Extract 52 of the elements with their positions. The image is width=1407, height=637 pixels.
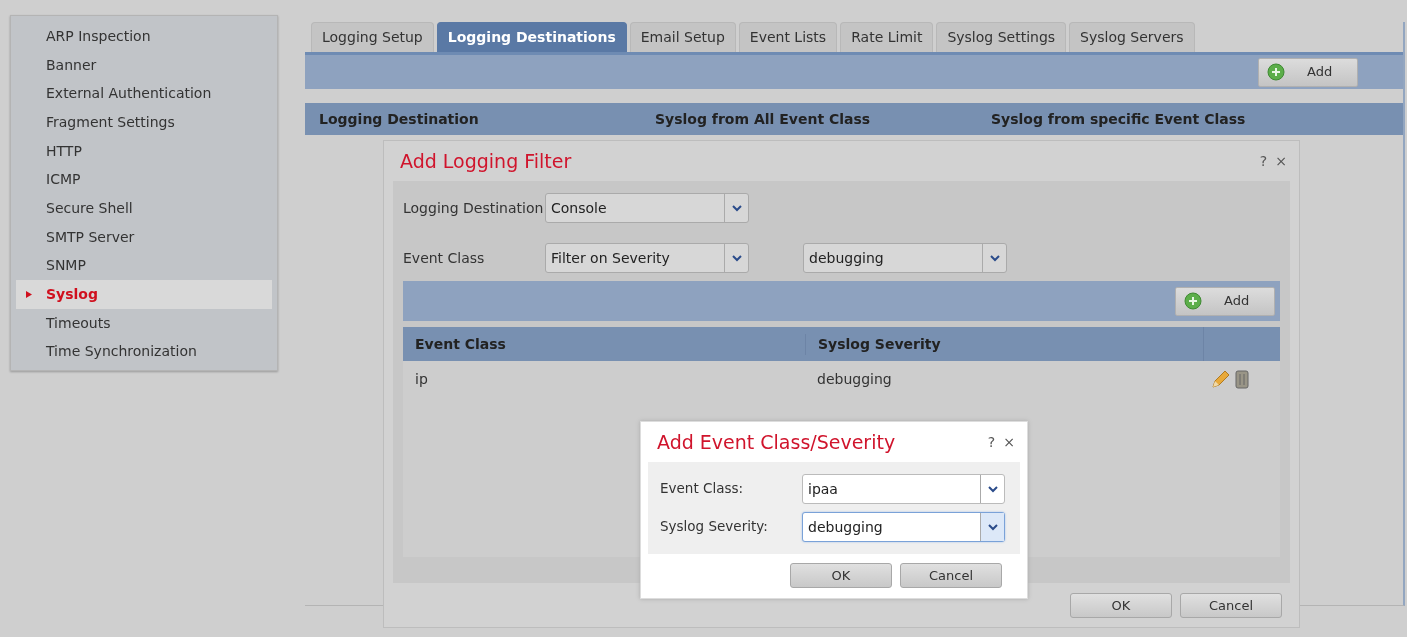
help-button[interactable]: ? [1259, 150, 1268, 172]
tab[interactable]: Rate Limit [840, 22, 934, 52]
sidebar-item[interactable]: SNMP [16, 251, 272, 281]
sidebar-item[interactable]: Time Synchronization [16, 337, 272, 367]
add-button[interactable]: Add [1175, 286, 1275, 316]
dropdown-field[interactable]: debugging [803, 243, 1007, 273]
dropdown-field[interactable]: ipaa [802, 474, 1005, 504]
sidebar-item[interactable]: ICMP [16, 165, 272, 195]
triangle-icon [26, 291, 32, 299]
sidebar-item[interactable]: Syslog [16, 280, 272, 309]
dropdown-field[interactable]: debugging [802, 512, 1005, 542]
field-label: Event Class: [660, 481, 745, 497]
sidebar-item[interactable]: Fragment Settings [16, 108, 272, 137]
sidebar-item[interactable]: SMTP Server [16, 222, 272, 252]
dialog-button[interactable]: OK [1070, 593, 1172, 618]
sidebar-item[interactable]: ARP Inspection [16, 22, 272, 51]
dialog-button[interactable]: Cancel [900, 563, 1002, 588]
dialog-button[interactable]: OK [790, 563, 892, 588]
column-header: Event Class [414, 334, 507, 354]
tab[interactable]: Syslog Servers [1069, 22, 1195, 52]
tab[interactable]: Email Setup [629, 22, 736, 52]
add-button[interactable]: Add [1258, 57, 1358, 87]
tab[interactable]: Logging Destinations [436, 22, 627, 52]
sidebar-item[interactable]: Secure Shell [16, 194, 272, 223]
trash-icon[interactable] [1235, 369, 1249, 389]
close-button[interactable]: × [1275, 150, 1287, 172]
dialog-title: Add Event Class/Severity [657, 429, 896, 455]
column-header: Syslog from specific Event Class [990, 109, 1247, 129]
dropdown-field[interactable]: Filter on Severity [545, 243, 749, 273]
tab[interactable]: Event Lists [738, 22, 838, 52]
field-label: Syslog Severity: [660, 519, 769, 535]
column-header: Logging Destination [318, 109, 480, 129]
close-button[interactable]: × [1003, 431, 1015, 453]
dialog-button[interactable]: Cancel [1180, 593, 1282, 618]
dialog-title: Add Logging Filter [400, 148, 572, 174]
help-button[interactable]: ? [987, 431, 996, 453]
sidebar-item[interactable]: External Authentication [16, 79, 272, 109]
add-icon [1184, 292, 1202, 310]
field-label: Event Class [403, 249, 486, 267]
add-icon [1267, 63, 1285, 81]
dropdown-field[interactable]: Console [545, 193, 749, 223]
sidebar-item[interactable]: HTTP [16, 136, 272, 166]
tab[interactable]: Logging Setup [311, 22, 434, 52]
column-header: Syslog from All Event Class [654, 109, 872, 129]
column-header: Syslog Severity [805, 333, 1203, 355]
pencil-icon[interactable] [1211, 369, 1231, 389]
table-cell-text: debugging [816, 369, 893, 389]
field-label: Logging Destination [403, 199, 545, 217]
tab[interactable]: Syslog Settings [936, 22, 1067, 52]
sidebar-item[interactable]: Timeouts [16, 308, 272, 338]
table-cell-text: ip [414, 369, 429, 389]
sidebar-item[interactable]: Banner [16, 50, 272, 80]
